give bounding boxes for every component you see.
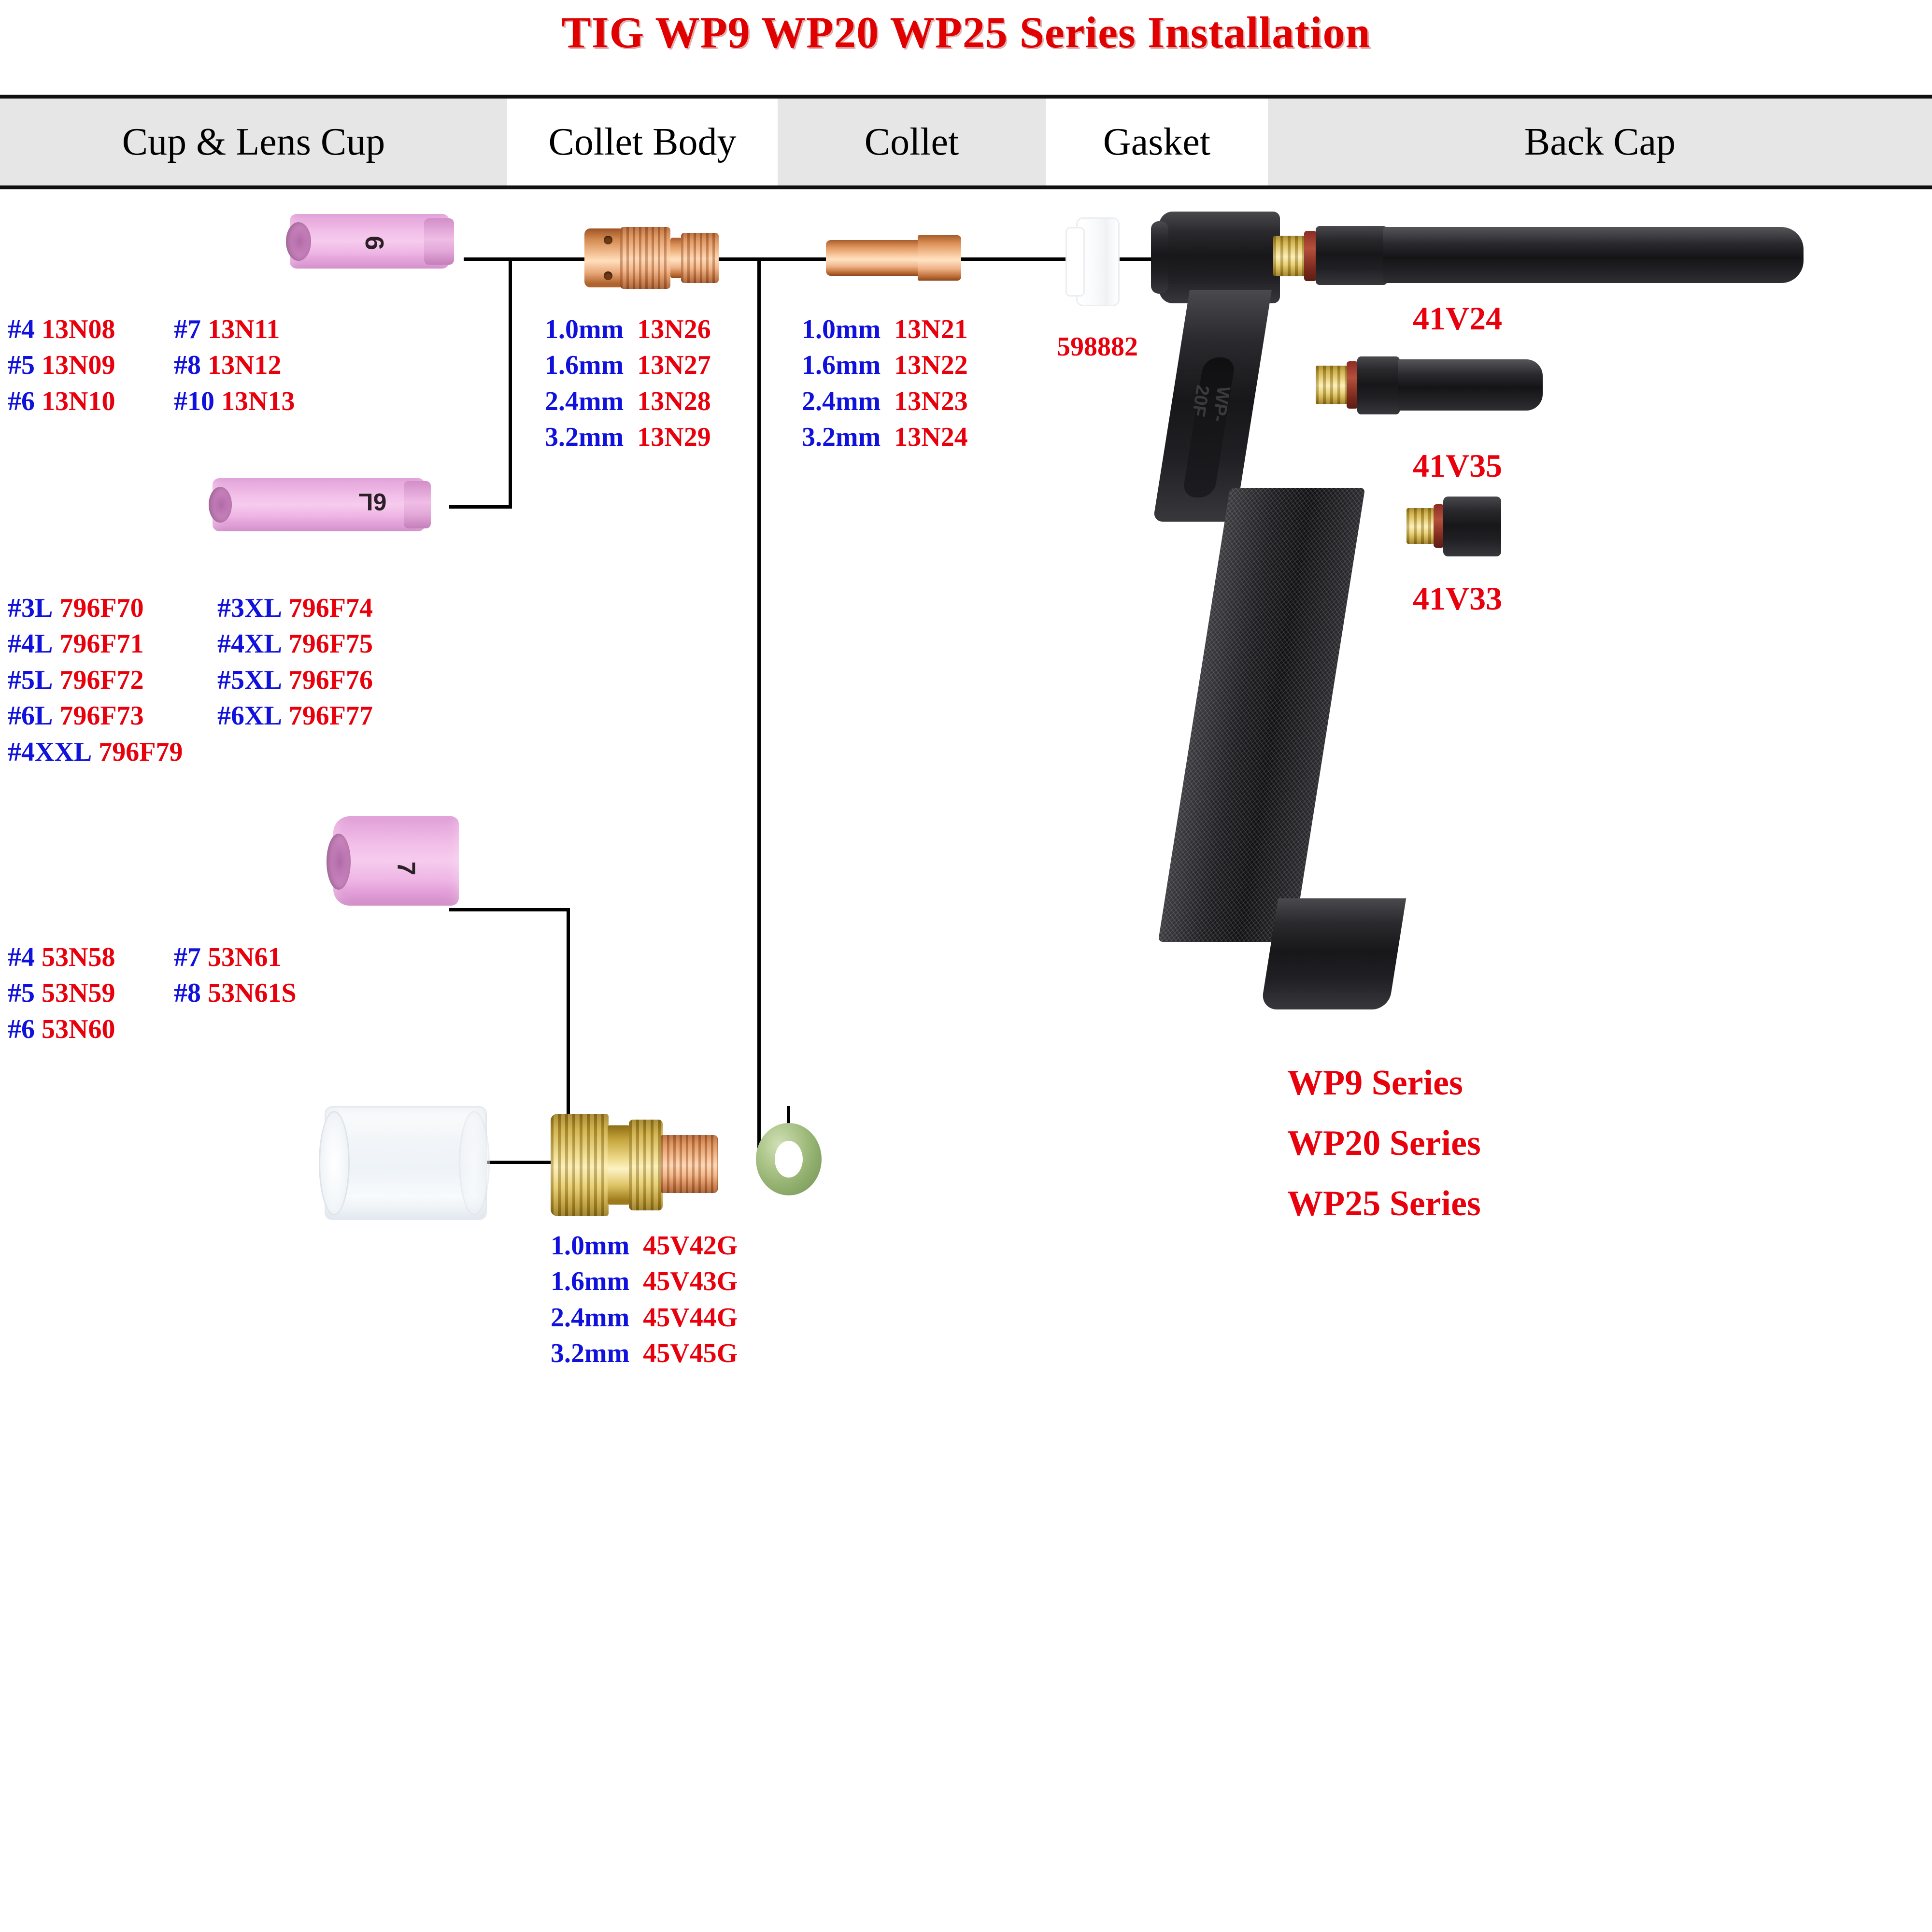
parts-list-cup-gaslens: #4 53N58 #7 53N61 #5 53N59 #8 53N61S #6 … xyxy=(8,939,297,1047)
connector-line-cup-branch-vertical xyxy=(509,257,512,509)
connector-line-gaslens-vertical xyxy=(757,257,761,1161)
list-item: #6 13N10 #10 13N13 xyxy=(8,386,295,416)
torch-series-wp20: WP20 Series xyxy=(1287,1123,1481,1163)
torch-series-wp9: WP9 Series xyxy=(1287,1063,1463,1103)
list-item: #4 53N58 #7 53N61 xyxy=(8,942,282,972)
list-item: 1.6mm 45V43G xyxy=(551,1266,738,1297)
torch-series-wp25: WP25 Series xyxy=(1287,1184,1481,1223)
list-item: #4 13N08 #7 13N11 xyxy=(8,314,280,344)
list-item: 3.2mm 13N29 xyxy=(545,422,711,453)
header-label-cup-and-lens-cup: Cup & Lens Cup xyxy=(122,120,385,163)
list-item: 1.0mm 13N21 xyxy=(802,314,968,344)
list-item: 3.2mm 13N24 xyxy=(802,422,968,453)
list-item: 2.4mm 13N23 xyxy=(802,386,968,416)
list-item: #5L 796F72 #5XL 796F76 xyxy=(8,665,373,695)
header-cell-collet-body: Collet Body xyxy=(507,99,778,185)
connector-line-cup-6l-horizontal xyxy=(449,505,512,509)
parts-list-cup-long: #3L 796F70 #3XL 796F74 #4L 796F71 #4XL 7… xyxy=(8,590,373,770)
back-cap-part-number-long: 41V24 xyxy=(1413,300,1503,337)
list-item: 2.4mm 13N28 xyxy=(545,386,711,416)
header-cell-cup-and-lens-cup: Cup & Lens Cup xyxy=(0,99,507,185)
back-cap-part-number-medium: 41V35 xyxy=(1413,447,1503,484)
cup-size-marking-long: 6L xyxy=(358,488,387,515)
header-band: Cup & Lens Cup Collet Body Collet Gasket… xyxy=(0,95,1932,189)
list-item: 1.0mm 45V42G xyxy=(551,1231,738,1261)
list-item: 3.2mm 45V45G xyxy=(551,1338,738,1369)
torch-molded-text: WP-20F xyxy=(1188,384,1234,424)
header-label-back-cap: Back Cap xyxy=(1524,120,1676,163)
list-item: #4XXL 796F79 xyxy=(8,737,183,767)
parts-list-cup-standard: #4 13N08 #7 13N11 #5 13N09 #8 13N12 #6 1… xyxy=(8,312,295,419)
header-cell-collet: Collet xyxy=(778,99,1046,185)
list-item: 1.6mm 13N22 xyxy=(802,350,968,381)
list-item: #6L 796F73 #6XL 796F77 xyxy=(8,701,373,731)
list-item: #5 53N59 #8 53N61S xyxy=(8,978,297,1009)
connector-line-cup-7-horizontal xyxy=(449,908,570,911)
header-label-collet-body: Collet Body xyxy=(548,120,737,163)
list-item: #3L 796F70 #3XL 796F74 xyxy=(8,593,373,623)
page-title: TIG WP9 WP20 WP25 Series Installation xyxy=(561,8,1371,57)
header-label-collet: Collet xyxy=(864,120,959,163)
parts-list-gas-lens: 1.0mm 45V42G 1.6mm 45V43G 2.4mm 45V44G 3… xyxy=(551,1228,738,1372)
list-item: #6 53N60 xyxy=(8,1014,115,1044)
header-cell-gasket: Gasket xyxy=(1046,99,1268,185)
parts-list-collet-body: 1.0mm 13N26 1.6mm 13N27 2.4mm 13N28 3.2m… xyxy=(545,312,711,455)
cup-size-marking-gaslens: 7 xyxy=(392,861,420,876)
list-item: 1.0mm 13N26 xyxy=(545,314,711,344)
gasket-part-number: 598882 xyxy=(1057,332,1138,362)
back-cap-part-number-short: 41V33 xyxy=(1413,580,1503,617)
header-cell-back-cap: Back Cap xyxy=(1268,99,1932,185)
header-label-gasket: Gasket xyxy=(1103,120,1211,163)
list-item: 2.4mm 45V44G xyxy=(551,1302,738,1333)
list-item: 1.6mm 13N27 xyxy=(545,350,711,381)
parts-list-collet: 1.0mm 13N21 1.6mm 13N22 2.4mm 13N23 3.2m… xyxy=(802,312,968,455)
list-item: #4L 796F71 #4XL 796F75 xyxy=(8,629,373,659)
list-item: #5 13N09 #8 13N12 xyxy=(8,350,282,381)
cup-size-marking-standard: 6 xyxy=(360,235,389,251)
